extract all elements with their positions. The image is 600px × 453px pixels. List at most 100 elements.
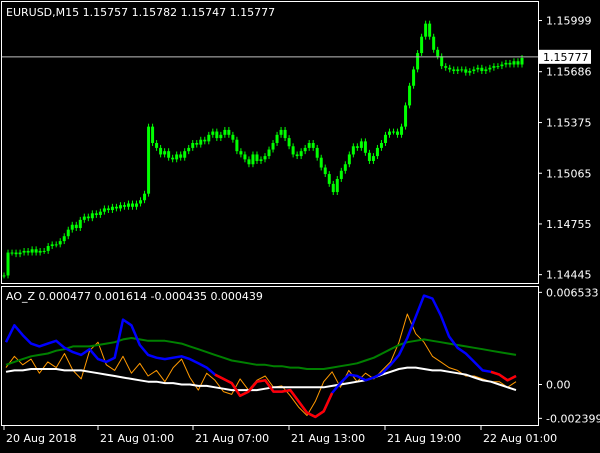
candle-body — [14, 252, 18, 255]
candle-body — [287, 138, 291, 147]
candle-body — [26, 250, 30, 253]
candle-body — [400, 126, 404, 135]
candle-body — [291, 146, 295, 155]
candle-body — [480, 67, 484, 72]
candle-body — [130, 203, 134, 207]
candle-body — [227, 129, 231, 135]
candle-body — [98, 211, 102, 215]
price-panel-frame — [1, 1, 539, 284]
chart-canvas[interactable]: 1.15999 1.15686 1.15375 1.15065 1.14755 1.144… — [0, 0, 600, 450]
candle-body — [375, 147, 379, 157]
time-tick-label: 22 Aug 01:00 — [483, 432, 557, 445]
candle-body — [82, 216, 86, 220]
candle-body — [259, 159, 263, 161]
candle-body — [323, 167, 327, 175]
candle-body — [416, 53, 420, 70]
indicator-panel-frame — [1, 286, 539, 426]
candle-body — [339, 170, 343, 179]
candle-body — [167, 151, 171, 158]
time-axis: 20 Aug 2018 21 Aug 01:00 21 Aug 07:00 21 Au… — [3, 426, 557, 445]
candle-body — [279, 129, 283, 135]
candle-body — [179, 154, 183, 158]
candle-body — [383, 134, 387, 143]
candle-body — [187, 147, 191, 152]
candle-body — [404, 105, 408, 127]
indicator-tick-label: 0.006533 — [546, 286, 599, 299]
candle-body — [6, 252, 10, 276]
candle-body — [359, 141, 363, 148]
indicator-tick-label: -0.002399 — [546, 412, 600, 425]
candle-body — [102, 208, 106, 212]
candle-body — [219, 134, 223, 139]
time-tick-label: 21 Aug 13:00 — [291, 432, 365, 445]
candle-body — [42, 250, 46, 252]
current-price-label: 1.15777 — [543, 51, 589, 64]
candle-body — [484, 69, 488, 72]
candle-body — [472, 69, 476, 72]
candle-body — [207, 134, 211, 142]
candle-body — [191, 143, 195, 148]
candle-body — [211, 131, 215, 135]
candle-body — [496, 66, 500, 68]
candle-body — [303, 147, 307, 152]
time-tick-label: 21 Aug 07:00 — [195, 432, 269, 445]
price-tick-label: 1.14755 — [546, 218, 592, 231]
candle-body — [363, 141, 367, 153]
candle-body — [155, 143, 159, 148]
candle-body — [327, 174, 331, 184]
candle-body — [335, 178, 339, 193]
candle-body — [34, 249, 38, 253]
candle-body — [460, 69, 464, 71]
candle-body — [432, 36, 436, 50]
candle-body — [22, 250, 26, 253]
mt4-chart-window[interactable]: 1.15999 1.15686 1.15375 1.15065 1.14755 1.144… — [0, 0, 600, 450]
candle-body — [440, 56, 444, 67]
price-tick-label: 1.15686 — [546, 66, 592, 79]
candle-body — [512, 61, 516, 65]
symbol-info-label: EURUSD,M15 1.15757 1.15782 1.15747 1.157… — [6, 6, 275, 19]
candle-body — [488, 67, 492, 70]
candle-body — [516, 61, 520, 65]
candle-body — [311, 143, 315, 148]
candle-body — [500, 64, 504, 67]
candle-body — [448, 67, 452, 70]
candle-body — [351, 146, 355, 155]
candle-body — [331, 183, 335, 193]
candle-body — [163, 151, 167, 155]
indicator-tick-label: 0.00 — [546, 379, 571, 392]
candle-body — [299, 151, 303, 157]
price-tick-label: 1.14445 — [546, 269, 592, 282]
candle-body — [420, 36, 424, 54]
candle-body — [94, 213, 98, 215]
candle-body — [235, 139, 239, 152]
candle-body — [379, 143, 383, 148]
candle-body — [315, 147, 319, 158]
candle-body — [283, 129, 287, 139]
candle-body — [295, 154, 299, 157]
time-tick-label: 21 Aug 01:00 — [100, 432, 174, 445]
candles-layer — [2, 20, 524, 279]
candle-body — [143, 193, 147, 201]
time-tick-label: 21 Aug 19:00 — [387, 432, 461, 445]
candle-body — [267, 149, 271, 157]
candle-body — [54, 244, 58, 246]
candle-body — [171, 157, 175, 160]
candle-body — [347, 154, 351, 165]
candle-body — [46, 246, 50, 251]
candle-body — [195, 143, 199, 145]
candle-body — [271, 143, 275, 150]
candle-body — [371, 156, 375, 161]
candle-body — [255, 154, 259, 161]
candle-body — [476, 67, 480, 70]
candle-body — [126, 203, 130, 207]
candle-body — [118, 205, 122, 209]
candle-body — [387, 131, 391, 135]
indicator-series-white — [5, 366, 517, 392]
candle-body — [183, 151, 187, 158]
candle-body — [492, 66, 496, 68]
candle-body — [62, 236, 66, 242]
candle-body — [78, 219, 82, 229]
candle-body — [247, 159, 251, 165]
time-tick-label: 20 Aug 2018 — [6, 432, 76, 445]
price-tick-label: 1.15999 — [546, 15, 592, 28]
